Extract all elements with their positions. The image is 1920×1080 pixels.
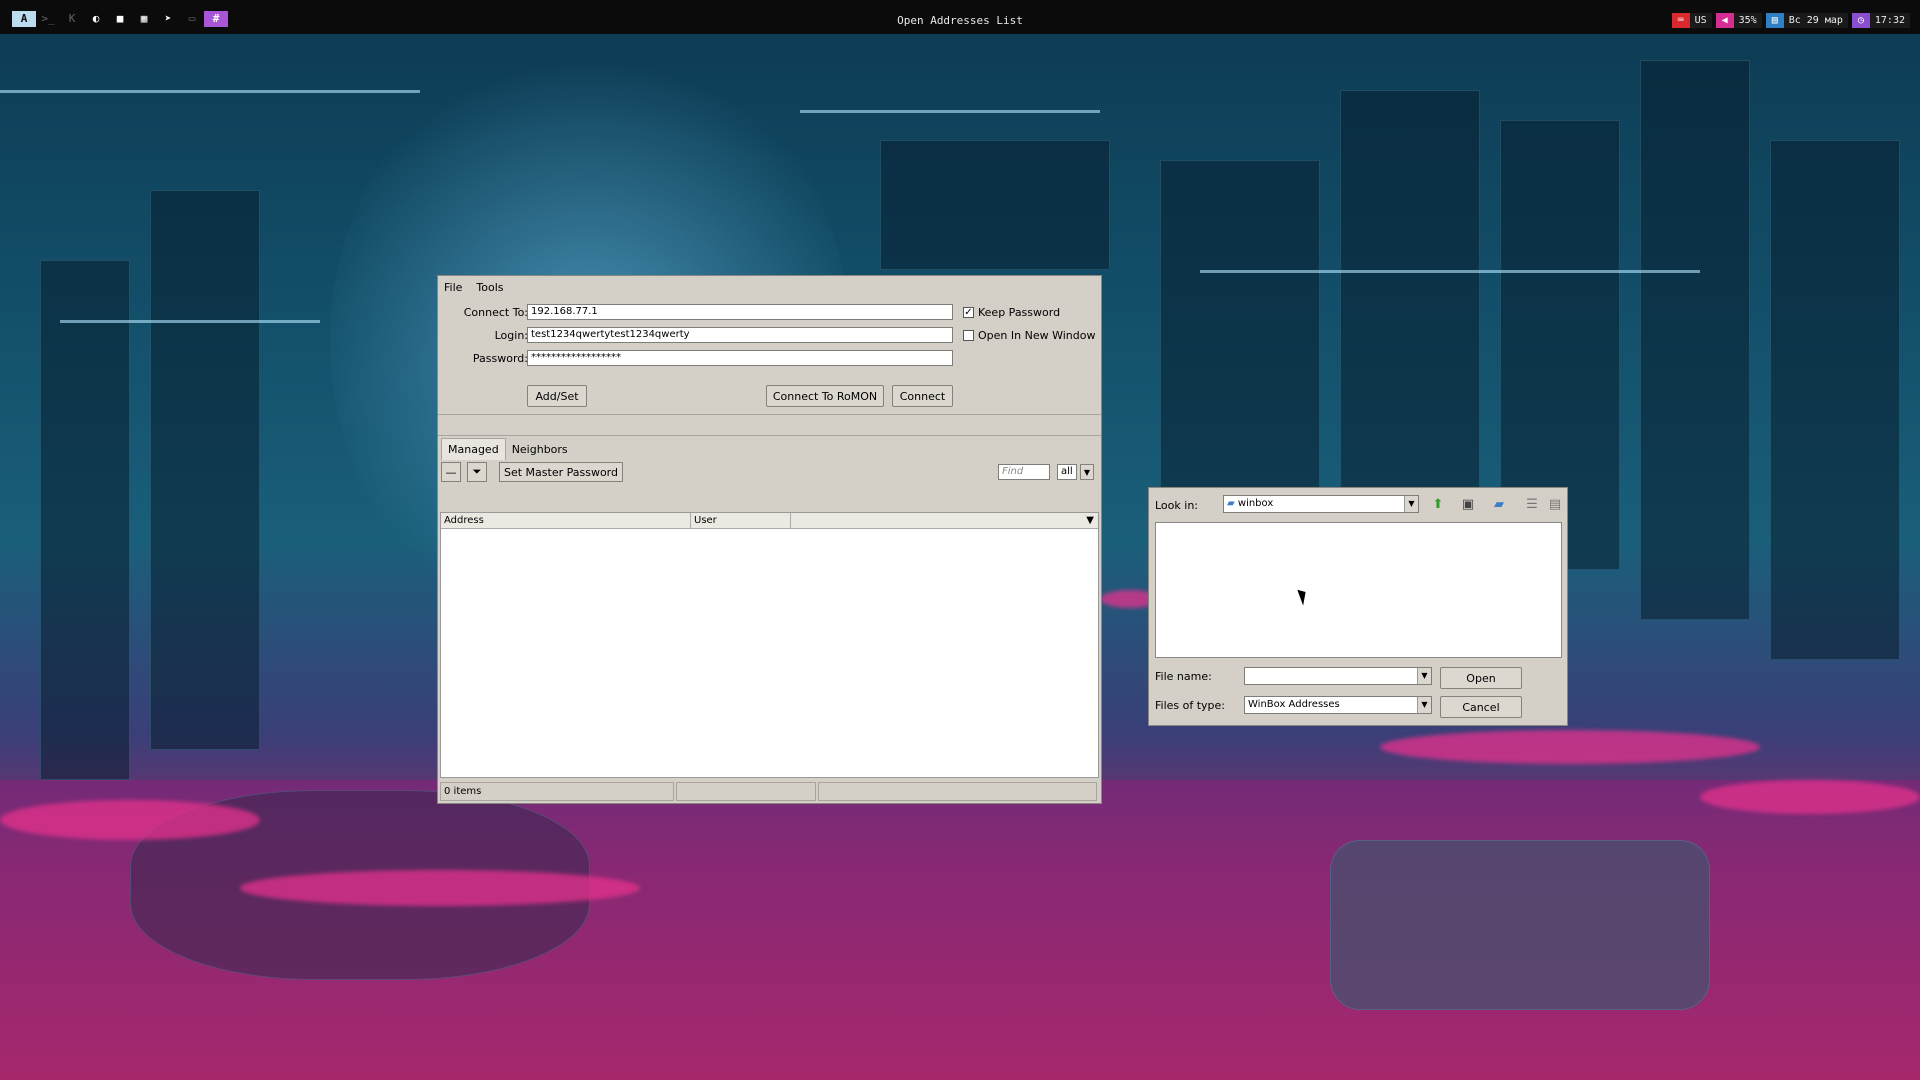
terminal-icon[interactable]: >_ [36, 11, 60, 27]
clock-indicator[interactable]: ◷ 17:32 [1851, 13, 1910, 28]
chevron-down-icon: ▼ [1404, 496, 1418, 512]
connect-to-label: Connect To: [463, 306, 528, 319]
open-button[interactable]: Open [1440, 667, 1522, 689]
column-user[interactable]: User [691, 513, 791, 528]
menu-bar: File Tools [438, 276, 1101, 298]
add-set-button[interactable]: Add/Set [527, 385, 587, 407]
list-view-icon[interactable]: ☰ [1521, 494, 1543, 514]
files-of-type-label: Files of type: [1155, 699, 1226, 712]
connect-form: Connect To: 192.168.77.1 Login: test1234… [438, 298, 1101, 407]
clock-icon: ◷ [1851, 13, 1870, 28]
cancel-button[interactable]: Cancel [1440, 696, 1522, 718]
look-in-label: Look in: [1155, 499, 1198, 512]
top-bar: A >_ K ◐ ■ ▦ ➤ ▭ # Open Addresses List ⌨… [0, 0, 1920, 34]
file-name-input[interactable]: ▼ [1244, 667, 1432, 685]
winbox-window: File Tools Connect To: 192.168.77.1 Logi… [437, 275, 1102, 804]
status-tray: ⌨ US ◀ 35% ▤ Вс 29 мар ◷ 17:32 [1671, 13, 1910, 28]
password-label: Password: [472, 352, 528, 365]
column-address[interactable]: Address [441, 513, 691, 528]
login-input[interactable]: test1234qwertytest1234qwerty [527, 327, 953, 343]
connect-to-input[interactable]: 192.168.77.1 [527, 304, 953, 320]
code-icon[interactable]: K [60, 11, 84, 27]
film-icon[interactable]: ▦ [132, 11, 156, 27]
app-launcher-icon[interactable]: A [12, 11, 36, 27]
browser-icon[interactable]: ◐ [84, 11, 108, 27]
volume-indicator[interactable]: ◀ 35% [1715, 13, 1762, 28]
items-count: 0 items [440, 782, 674, 801]
image-icon[interactable]: ▭ [180, 11, 204, 27]
window-title: Open Addresses List [897, 14, 1023, 27]
desktop-icon[interactable]: ▣ [1457, 494, 1479, 514]
list-header: Address User ▼ [441, 513, 1098, 529]
mouse-cursor-icon [1297, 587, 1310, 606]
menu-tools[interactable]: Tools [476, 281, 503, 294]
menu-file[interactable]: File [444, 281, 462, 294]
calendar-icon: ▤ [1765, 13, 1784, 28]
status-bar: 0 items [440, 782, 1099, 801]
set-master-password-button[interactable]: Set Master Password [499, 462, 623, 482]
tab-managed[interactable]: Managed [441, 438, 506, 460]
keyboard-layout-indicator[interactable]: ⌨ US [1671, 13, 1712, 28]
hash-icon[interactable]: # [204, 11, 228, 27]
remove-icon[interactable]: — [441, 462, 461, 482]
keyboard-icon: ⌨ [1671, 13, 1690, 28]
tab-bar: Managed Neighbors [438, 436, 1101, 460]
column-menu-icon[interactable]: ▼ [791, 513, 1098, 528]
folder-icon: ▰ [1227, 498, 1235, 509]
filter-icon[interactable]: ⏷ [467, 462, 487, 482]
up-folder-icon[interactable]: ⬆ [1427, 494, 1449, 514]
chevron-down-icon[interactable]: ▼ [1080, 464, 1094, 480]
password-input[interactable]: ****************** [527, 350, 953, 366]
list-toolbar: — ⏷ Set Master Password Find all ▼ [438, 460, 1101, 484]
connect-to-romon-button[interactable]: Connect To RoMON [766, 385, 884, 407]
login-label: Login: [494, 329, 528, 342]
chevron-down-icon: ▼ [1417, 668, 1431, 684]
divider [438, 414, 1101, 436]
folder-icon[interactable]: ■ [108, 11, 132, 27]
check-icon: ✓ [963, 307, 974, 318]
open-in-new-window-checkbox[interactable]: Open In New Window [963, 329, 1095, 342]
file-list[interactable] [1155, 522, 1562, 658]
speaker-icon: ◀ [1715, 13, 1734, 28]
date-indicator[interactable]: ▤ Вс 29 мар [1765, 13, 1848, 28]
detail-view-icon[interactable]: ▤ [1544, 494, 1566, 514]
workspace-switcher: A >_ K ◐ ■ ▦ ➤ ▭ # [12, 11, 228, 27]
find-input[interactable]: Find [998, 464, 1050, 480]
look-in-select[interactable]: ▰ winbox ▼ [1223, 495, 1419, 513]
address-list[interactable]: Address User ▼ [440, 512, 1099, 778]
file-name-label: File name: [1155, 670, 1212, 683]
files-of-type-select[interactable]: WinBox Addresses ▼ [1244, 696, 1432, 714]
filter-select[interactable]: all [1057, 464, 1077, 480]
telegram-icon[interactable]: ➤ [156, 11, 180, 27]
chevron-down-icon: ▼ [1417, 697, 1431, 713]
keep-password-checkbox[interactable]: ✓ Keep Password [963, 306, 1060, 319]
connect-button[interactable]: Connect [892, 385, 953, 407]
tab-neighbors[interactable]: Neighbors [506, 439, 574, 460]
open-file-dialog: Look in: ▰ winbox ▼ ⬆ ▣ ▰ ☰ ▤ File name:… [1148, 487, 1568, 726]
new-folder-icon[interactable]: ▰ [1488, 494, 1510, 514]
